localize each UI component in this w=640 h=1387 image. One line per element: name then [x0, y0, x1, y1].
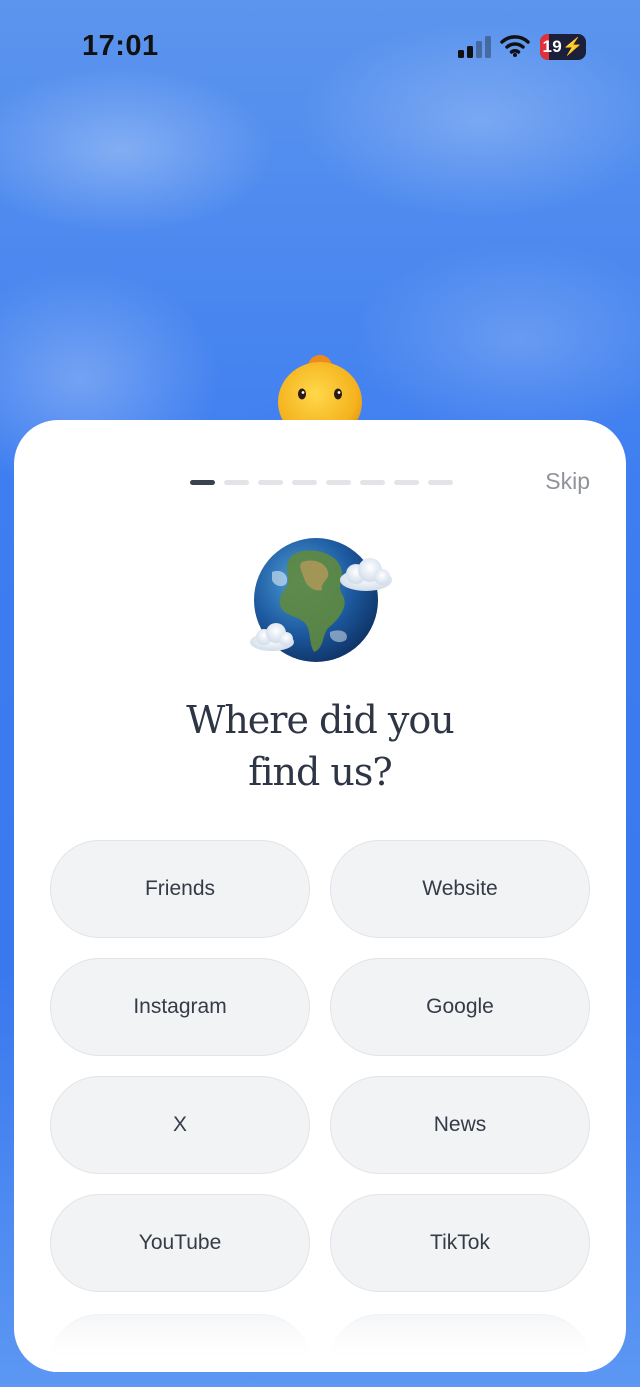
progress-step: [292, 480, 317, 485]
wifi-icon: [500, 35, 530, 57]
option-button-news[interactable]: News: [330, 1076, 590, 1174]
signal-icon: [458, 36, 491, 58]
progress-indicator: [190, 480, 453, 485]
progress-step: [224, 480, 249, 485]
progress-step: [394, 480, 419, 485]
globe-with-clouds-icon: [250, 538, 392, 662]
status-bar: 17:01 19⚡: [0, 0, 640, 96]
option-button-instagram[interactable]: Instagram: [50, 958, 310, 1056]
progress-step: [428, 480, 453, 485]
progress-step: [258, 480, 283, 485]
status-time: 17:01: [82, 30, 159, 62]
skip-button[interactable]: Skip: [545, 468, 590, 495]
option-button-friends[interactable]: Friends: [50, 840, 310, 938]
progress-step-active: [190, 480, 215, 485]
progress-step: [326, 480, 351, 485]
battery-charging-icon: 19⚡: [540, 34, 586, 60]
option-button-website[interactable]: Website: [330, 840, 590, 938]
onboarding-sheet: Skip Where did you find us? Friends Webs…: [14, 420, 626, 1372]
progress-step: [360, 480, 385, 485]
source-options-grid: Friends Website Instagram Google X News YouTub…: [50, 840, 590, 1292]
option-button-tiktok[interactable]: TikTok: [330, 1194, 590, 1292]
option-button-x[interactable]: X: [50, 1076, 310, 1174]
battery-percentage: 19⚡: [542, 37, 584, 56]
option-button-youtube[interactable]: YouTube: [50, 1194, 310, 1292]
scroll-fade: [14, 1302, 626, 1372]
question-title: Where did you find us?: [186, 698, 454, 794]
duck-icon: [278, 355, 362, 430]
option-button-google[interactable]: Google: [330, 958, 590, 1056]
